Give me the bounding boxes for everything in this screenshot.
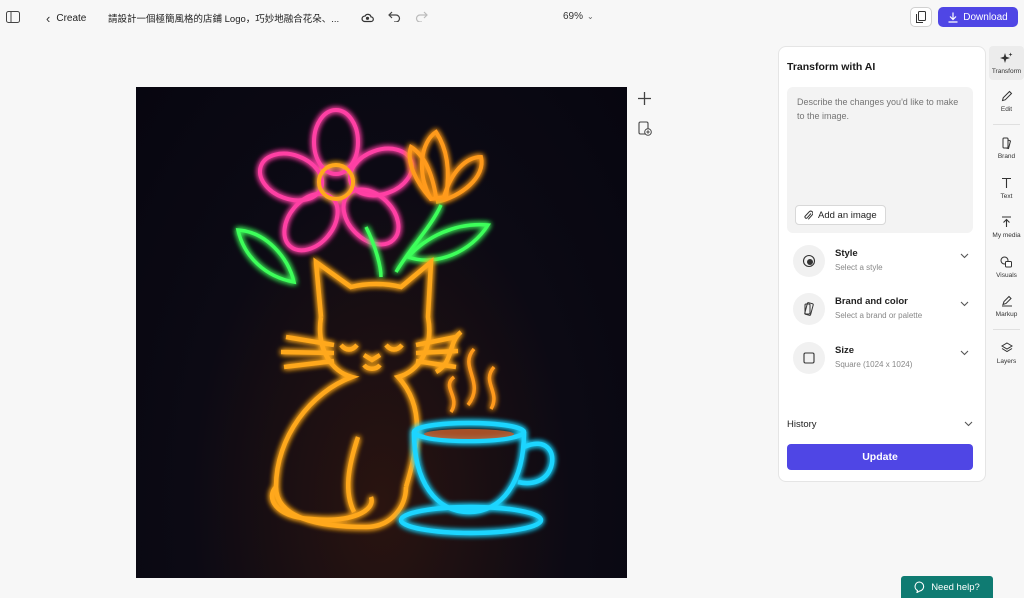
sidebar-toggle-icon[interactable] — [4, 8, 22, 26]
cloud-sync-icon[interactable] — [360, 10, 374, 24]
pen-icon — [1000, 294, 1014, 308]
transform-panel: Transform with AI Add an image Style Sel… — [778, 46, 986, 482]
generated-image[interactable] — [136, 87, 627, 578]
rail-label-markup: Markup — [995, 311, 1018, 318]
history-label: History — [787, 419, 817, 430]
rail-label-my-media: My media — [992, 232, 1021, 239]
download-icon — [948, 12, 958, 23]
help-label: Need help? — [931, 581, 980, 593]
size-label: Size — [835, 345, 855, 356]
prompt-box[interactable]: Add an image — [787, 87, 973, 233]
style-option[interactable]: Style Select a style — [793, 241, 973, 281]
history-dropdown[interactable]: History — [787, 415, 973, 433]
undo-icon[interactable] — [387, 9, 401, 23]
back-button[interactable]: ‹ Create — [46, 9, 86, 27]
update-button[interactable]: Update — [787, 444, 973, 470]
redo-icon[interactable] — [414, 9, 428, 23]
add-image-label: Add an image — [818, 209, 877, 221]
coffee-surface — [424, 429, 514, 439]
brand-icon — [793, 293, 825, 325]
style-label: Style — [835, 248, 858, 259]
neon-cat-flower-coffee-artwork — [235, 108, 555, 536]
size-option[interactable]: Size Square (1024 x 1024) — [793, 338, 973, 378]
add-page-icon[interactable] — [636, 90, 652, 106]
copy-button[interactable] — [910, 7, 932, 27]
shapes-icon — [1000, 255, 1014, 269]
neon-flower-pink — [258, 108, 414, 253]
brand-color-label: Brand and color — [835, 296, 908, 307]
duplicate-page-icon[interactable] — [637, 120, 653, 136]
rail-item-markup[interactable]: Markup — [989, 289, 1024, 323]
rail-label-layers: Layers — [996, 358, 1017, 365]
need-help-button[interactable]: Need help? — [901, 576, 993, 598]
rail-item-visuals[interactable]: Visuals — [989, 250, 1024, 284]
rail-item-transform[interactable]: Transform — [989, 46, 1024, 80]
top-bar: ‹ Create 請設計一個極簡風格的店鋪 Logo，巧妙地融合花朵、... 6… — [0, 0, 1024, 36]
download-label: Download — [963, 11, 1008, 23]
neon-steam-orange — [447, 347, 496, 413]
document-title[interactable]: 請設計一個極簡風格的店鋪 Logo，巧妙地融合花朵、... — [108, 11, 348, 25]
brand-icon — [1000, 136, 1014, 150]
back-label: Create — [56, 12, 87, 24]
rail-divider — [993, 124, 1020, 125]
zoom-level: 69% — [563, 11, 584, 22]
rail-label-text: Text — [1000, 193, 1013, 200]
rail-item-my-media[interactable]: My media — [989, 210, 1024, 244]
add-image-button[interactable]: Add an image — [795, 205, 886, 225]
copy-icon — [916, 11, 926, 23]
square-icon — [793, 342, 825, 374]
paperclip-icon — [804, 210, 813, 220]
neon-cat-orange — [269, 256, 463, 530]
rail-item-edit[interactable]: Edit — [989, 84, 1024, 118]
rail-item-text[interactable]: Text — [989, 171, 1024, 205]
chevron-down-icon — [964, 419, 973, 429]
chevron-left-icon: ‹ — [46, 10, 51, 26]
chevron-down-icon — [960, 251, 969, 261]
neon-tulip-orange — [407, 129, 484, 204]
neon-leaves-green — [235, 204, 492, 285]
text-icon — [1000, 176, 1014, 190]
rail-item-layers[interactable]: Layers — [989, 336, 1024, 370]
zoom-dropdown[interactable]: 69% ⌄ — [563, 11, 594, 22]
chevron-down-icon: ⌄ — [587, 12, 594, 21]
sparkle-icon — [1000, 51, 1014, 65]
chevron-down-icon — [960, 299, 969, 309]
size-sub: Square (1024 x 1024) — [835, 360, 913, 369]
rail-label-brand: Brand — [997, 153, 1016, 160]
prompt-input[interactable] — [797, 95, 963, 175]
panel-title: Transform with AI — [787, 61, 876, 73]
brand-color-sub: Select a brand or palette — [835, 311, 923, 320]
rail-divider — [993, 329, 1020, 330]
pencil-icon — [1000, 89, 1014, 103]
download-button[interactable]: Download — [938, 7, 1018, 27]
rail-label-transform: Transform — [991, 68, 1022, 75]
help-chat-icon — [914, 581, 925, 593]
neon-coffee-cup-cyan — [398, 420, 555, 536]
upload-icon — [1000, 215, 1014, 229]
rail-label-visuals: Visuals — [996, 272, 1017, 279]
rail-item-brand[interactable]: Brand — [989, 131, 1024, 165]
style-icon — [793, 245, 825, 277]
rail-label-edit: Edit — [1000, 106, 1013, 113]
chevron-down-icon — [960, 348, 969, 358]
brand-color-option[interactable]: Brand and color Select a brand or palett… — [793, 289, 973, 329]
style-sub: Select a style — [835, 263, 883, 272]
layers-icon — [1000, 341, 1014, 355]
